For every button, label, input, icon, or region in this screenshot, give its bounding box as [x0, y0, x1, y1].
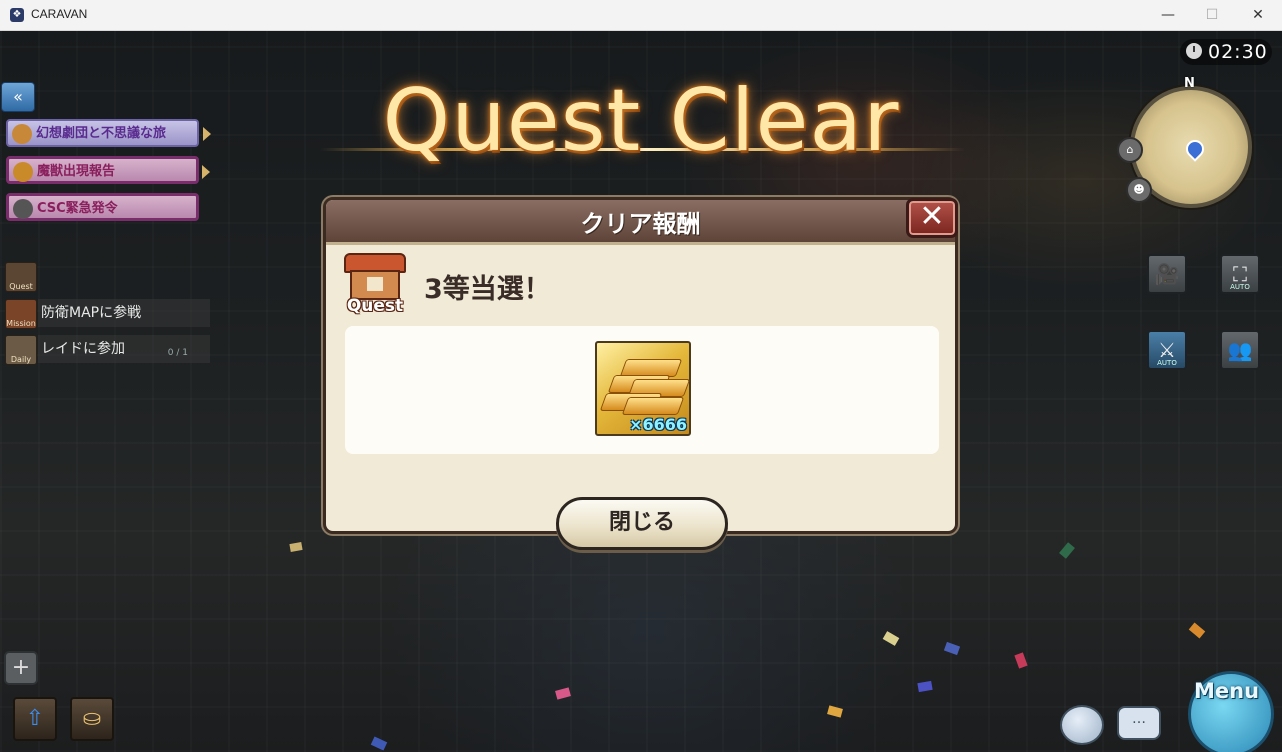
compass-north: N	[1184, 76, 1195, 91]
quest-item-label: 魔獣出現報告	[37, 164, 116, 179]
party-icon: 👥	[1227, 338, 1253, 362]
daily-progress: 0 / 1	[167, 348, 188, 358]
emote-button[interactable]	[1060, 705, 1104, 745]
daily-label: レイドに参加	[41, 341, 125, 357]
daily-row[interactable]: レイドに参加 0 / 1	[38, 335, 210, 363]
reward-list: ×6666	[345, 326, 939, 454]
quest-item-beast-report[interactable]: 魔獣出現報告	[6, 156, 210, 184]
quest-item-fantasy-troupe[interactable]: 幻想劇団と不思議な旅	[6, 119, 211, 147]
up-arrow-icon: ⇧	[25, 706, 45, 731]
minimap-character-icon[interactable]: ☻	[1126, 177, 1152, 203]
mission-tab-label: Mission	[6, 319, 36, 328]
level-up-button[interactable]: ⇧	[13, 697, 57, 741]
quest-item-label: 幻想劇団と不思議な旅	[36, 126, 167, 141]
party-button[interactable]: 👥	[1220, 330, 1260, 370]
clear-reward-dialog: クリア報酬 ✕ Quest 3等当選！ ×6666 閉じる	[323, 197, 958, 550]
mission-tab-icon[interactable]: Mission	[5, 299, 37, 329]
item-basket-button[interactable]: ⛀	[70, 697, 114, 741]
reward-quantity: ×6666	[629, 415, 687, 434]
alert-icon	[13, 199, 33, 219]
auto-battle-button[interactable]: ⚔ AUTO	[1147, 330, 1187, 370]
quest-tab-label: Quest	[9, 282, 33, 291]
chat-button[interactable]: …	[1117, 706, 1161, 740]
quest-item-csc-alert[interactable]: CSC緊急発令	[6, 193, 199, 221]
player-location-icon	[1182, 136, 1208, 162]
quest-icon: Quest	[344, 253, 406, 316]
caravan-app-icon: ❖	[10, 8, 24, 22]
maximize-button[interactable]: ☐	[1189, 0, 1235, 31]
close-icon: ✕	[919, 199, 945, 234]
menu-label: Menu	[1194, 679, 1260, 703]
dialog-title: クリア報酬	[580, 210, 701, 238]
menu-button[interactable]: Menu	[1180, 661, 1280, 752]
quest-item-label: CSC緊急発令	[37, 201, 118, 216]
auto-camera-button[interactable]: ⛶ AUTO	[1220, 254, 1260, 294]
camera-icon: 🎥	[1154, 262, 1180, 286]
daily-tab-label: Daily	[10, 355, 32, 364]
close-window-button[interactable]: ✕	[1235, 0, 1281, 31]
quest-tab-icon[interactable]: Quest	[5, 262, 37, 292]
collapse-panel-button[interactable]: «	[1, 82, 35, 112]
basket-icon: ⛀	[82, 706, 102, 731]
minimap-zoom-icon[interactable]: ⌂	[1117, 137, 1143, 163]
window-titlebar: ❖ CARAVAN — ☐ ✕	[0, 0, 1282, 31]
timer-value: 02:30	[1208, 41, 1268, 63]
close-dialog-button[interactable]: 閉じる	[556, 497, 728, 550]
minimize-button[interactable]: —	[1145, 0, 1191, 31]
window-title: CARAVAN	[31, 7, 88, 21]
mission-label: 防衛MAPに参戦	[41, 305, 142, 321]
quest-icon-label: Quest	[346, 296, 404, 316]
reward-item-tile[interactable]: ×6666	[595, 341, 691, 436]
chevron-right-icon	[202, 165, 210, 179]
auto-label: AUTO	[1157, 359, 1177, 367]
dialog-close-button[interactable]: ✕	[906, 198, 958, 238]
game-viewport[interactable]: Quest Clear 02:30 N ⌂ ☻ « 幻想劇団と不思議な旅 魔獣出…	[0, 31, 1282, 752]
chevron-right-icon	[203, 127, 211, 141]
mask-icon	[12, 124, 32, 144]
camera-button[interactable]: 🎥	[1147, 254, 1187, 294]
auto-label: AUTO	[1230, 283, 1250, 291]
demon-icon	[13, 162, 33, 182]
chat-icon: …	[1132, 711, 1146, 727]
dialog-header: クリア報酬	[326, 200, 955, 245]
mission-row[interactable]: 防衛MAPに参戦	[38, 299, 210, 327]
clock-icon	[1186, 43, 1202, 59]
quest-timer: 02:30	[1180, 39, 1272, 65]
add-shortcut-button[interactable]: +	[4, 651, 38, 685]
prize-result-text: 3等当選！	[424, 274, 551, 305]
daily-tab-icon[interactable]: Daily	[5, 335, 37, 365]
